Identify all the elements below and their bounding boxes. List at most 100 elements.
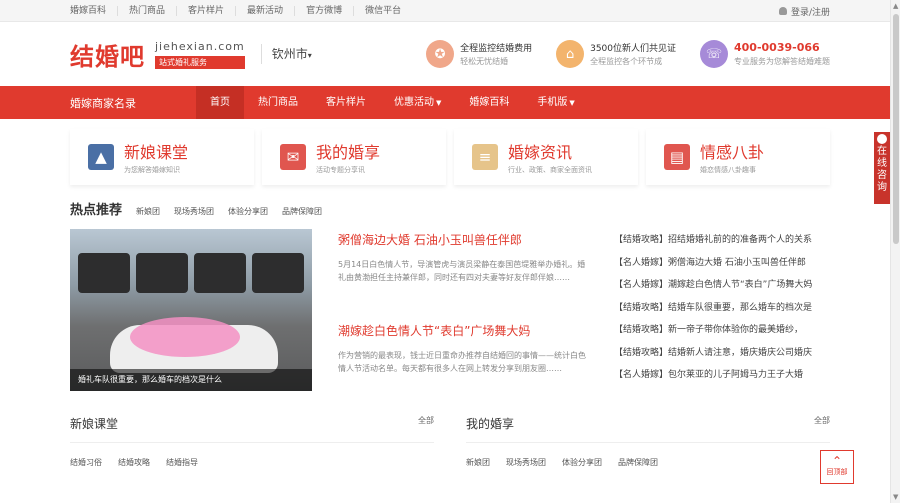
- hot-tab-bride-group[interactable]: 新娘团: [136, 206, 160, 217]
- car: [78, 253, 130, 293]
- article-title[interactable]: 潮嫁趁白色情人节“表白”广场舞大妈: [338, 322, 588, 339]
- list-item[interactable]: 【名人婚嫁】潮嫁趁白色情人节“表白”广场舞大妈: [614, 274, 830, 297]
- section-tab[interactable]: 结婚习俗: [70, 457, 102, 468]
- promo-list: ✪ 全程监控结婚费用 轻松无忧结婚 ⌂ 3500位新人们共见证 全程监控各个环节…: [426, 40, 830, 68]
- nav-merchant-directory[interactable]: 婚嫁商家名录: [70, 95, 196, 111]
- featured-article: 潮嫁趁白色情人节“表白”广场舞大妈 作为营销的最表现，钱士近日重命办推荐自结婚回…: [338, 322, 588, 393]
- nav-item-home[interactable]: 首页: [196, 86, 244, 119]
- featured-articles: 粥僧海边大婚 石油小玉叫兽任伴郎 5月14日白色情人节，导演管虎与演员梁静在泰国…: [338, 229, 588, 393]
- top-link-baike[interactable]: 婚嫁百科: [70, 6, 119, 16]
- promo-cost-control: ✪ 全程监控结婚费用 轻松无忧结婚: [426, 40, 532, 68]
- chevron-down-icon: ▾: [307, 51, 312, 60]
- image-caption: 婚礼车队很重要，那么婚车的档次是什么: [70, 369, 312, 391]
- featured-image[interactable]: 婚礼车队很重要，那么婚车的档次是什么: [70, 229, 312, 391]
- car: [194, 253, 246, 293]
- online-consult-button[interactable]: 在线咨询: [874, 132, 890, 204]
- backtop-label: 回顶部: [826, 468, 848, 476]
- list-item[interactable]: 【结婚攻略】新一帝子带你体验你的最美婚纱，: [614, 319, 830, 342]
- promo-hotline: ☏ 400-0039-066 专业服务为您解答结婚难题: [700, 40, 830, 68]
- section-tab[interactable]: 现场秀场团: [506, 457, 546, 468]
- note-icon: ≡: [472, 144, 498, 170]
- article-desc: 作为营销的最表现，钱士近日重命办推荐自结婚回的事情——统计白色情人节活动名单。每…: [338, 351, 586, 373]
- list-item[interactable]: 【结婚攻略】结婚新人请注意，婚庆婚庆公司婚庆: [614, 342, 830, 365]
- arrow-up-icon: ⌃: [831, 454, 843, 468]
- section-title: 我的婚享: [466, 417, 515, 431]
- category-title: 我的婚享: [316, 143, 381, 162]
- category-title: 婚嫁资讯: [508, 143, 573, 162]
- nav-item-label: 首页: [210, 97, 230, 108]
- category-card-gossip[interactable]: ▤ 情感八卦 婚恋情感八卦趣事: [646, 129, 830, 185]
- more-link[interactable]: 全部: [814, 415, 830, 432]
- car: [252, 253, 304, 293]
- hot-tab-show-group[interactable]: 现场秀场团: [174, 206, 214, 217]
- nav-item-baike[interactable]: 婚嫁百科: [455, 86, 523, 119]
- category-cards: ▲ 新娘课堂 为您解答婚嫁知识 ✉ 我的婚享 活动专题分享讯 ≡ 婚嫁资讯 行业…: [70, 129, 830, 185]
- category-sub: 活动专题分享讯: [316, 166, 365, 174]
- hot-tab-experience-group[interactable]: 体验分享团: [228, 206, 268, 217]
- nav-item-photos[interactable]: 客片样片: [312, 86, 380, 119]
- scroll-down-icon[interactable]: ▼: [893, 493, 898, 501]
- section-tab[interactable]: 品牌保障团: [618, 457, 658, 468]
- nav-item-label: 客片样片: [326, 97, 366, 108]
- list-item[interactable]: 【结婚攻略】招结婚婚礼前的的准备两个人的关系: [614, 229, 830, 252]
- user-icon: [778, 7, 787, 15]
- nav-item-hot-products[interactable]: 热门商品: [244, 86, 312, 119]
- promo-title: 3500位新人们共见证: [590, 44, 676, 54]
- category-card-bride-class[interactable]: ▲ 新娘课堂 为您解答婚嫁知识: [70, 129, 254, 185]
- flower-decoration: [130, 317, 240, 357]
- hot-heading: 热点推荐: [70, 203, 123, 218]
- promo-sub: 全程监控各个环节成: [590, 57, 663, 66]
- list-item[interactable]: 【结婚攻略】结婚车队很重要，那么婚车的档次是: [614, 297, 830, 320]
- nav-item-mobile[interactable]: 手机版 ▼: [523, 86, 588, 119]
- top-link-photos[interactable]: 客片样片: [177, 6, 237, 16]
- logo-text: 结婚吧: [70, 41, 145, 71]
- section-title: 新娘课堂: [70, 417, 119, 431]
- list-item[interactable]: 【名人婚嫁】粥僧海边大婚 石油小玉叫兽任伴郎: [614, 252, 830, 275]
- section-tab[interactable]: 体验分享团: [562, 457, 602, 468]
- scroll-up-icon[interactable]: ▲: [893, 2, 898, 10]
- more-link[interactable]: 全部: [418, 415, 434, 432]
- top-link-wechat[interactable]: 微信平台: [354, 6, 412, 16]
- list-item[interactable]: 【名人婚嫁】包尔莱亚的儿子阿姆马力王子大婚: [614, 364, 830, 387]
- article-title[interactable]: 粥僧海边大婚 石油小玉叫兽任伴郎: [338, 231, 588, 248]
- hotline-number: 400-0039-066: [734, 41, 820, 54]
- login-link[interactable]: 登录/注册: [778, 5, 830, 18]
- section-bride-class: 新娘课堂 全部 结婚习俗 结婚攻略 结婚指导: [70, 415, 434, 468]
- category-sub: 婚恋情感八卦趣事: [700, 166, 756, 174]
- top-link-hot-products[interactable]: 热门商品: [118, 6, 178, 16]
- city-selector[interactable]: 钦州市▾: [260, 44, 312, 64]
- hot-tab-brand-group[interactable]: 品牌保障团: [282, 206, 322, 217]
- logo-slogan: 站式婚礼服务: [155, 55, 245, 69]
- section-tab[interactable]: 结婚指导: [166, 457, 198, 468]
- top-link-activities[interactable]: 最新活动: [236, 6, 296, 16]
- promo-sub: 轻松无忧结婚: [460, 57, 509, 66]
- chevron-down-icon: ▼: [436, 99, 442, 107]
- top-link-weibo[interactable]: 官方微博: [295, 6, 355, 16]
- nav-item-promotions[interactable]: 优惠活动 ▼: [380, 86, 455, 119]
- phone-icon: ☏: [700, 40, 728, 68]
- category-card-my-wedding[interactable]: ✉ 我的婚享 活动专题分享讯: [262, 129, 446, 185]
- article-desc: 5月14日白色情人节，导演管虎与演员梁静在泰国芭堤雅举办婚礼。婚礼由黄渤担任主持…: [338, 260, 586, 282]
- login-label: 登录/注册: [790, 7, 830, 18]
- featured-article: 粥僧海边大婚 石油小玉叫兽任伴郎 5月14日白色情人节，导演管虎与演员梁静在泰国…: [338, 231, 588, 302]
- back-to-top-button[interactable]: ⌃ 回顶部: [820, 450, 854, 484]
- category-card-wedding-news[interactable]: ≡ 婚嫁资讯 行业、政策、商家全面资讯: [454, 129, 638, 185]
- car-row: [78, 253, 304, 293]
- promo-title: 全程监控结婚费用: [460, 44, 533, 54]
- nav-item-label: 手机版: [537, 97, 568, 108]
- scrollbar-thumb[interactable]: [893, 14, 899, 244]
- site-logo[interactable]: 结婚吧 jiehexian.com 站式婚礼服务: [70, 37, 245, 72]
- nav-item-label: 热门商品: [258, 97, 298, 108]
- book-icon: ▤: [664, 144, 690, 170]
- main-nav: 婚嫁商家名录 首页 热门商品 客片样片 优惠活动 ▼ 婚嫁百科 手机版 ▼: [0, 86, 900, 119]
- top-links: 婚嫁百科 热门商品 客片样片 最新活动 官方微博 微信平台: [70, 6, 412, 16]
- scrollbar[interactable]: ▲ ▼: [890, 0, 900, 503]
- section-tab[interactable]: 新娘团: [466, 457, 490, 468]
- top-bar: 婚嫁百科 热门商品 客片样片 最新活动 官方微博 微信平台 登录/注册: [0, 0, 900, 22]
- consult-label: 在线咨询: [877, 146, 887, 193]
- shop-icon: ⌂: [556, 40, 585, 68]
- section-tab[interactable]: 结婚攻略: [118, 457, 150, 468]
- nav-item-label: 优惠活动: [394, 97, 434, 108]
- promo-witness: ⌂ 3500位新人们共见证 全程监控各个环节成: [556, 40, 676, 68]
- hot-news-list: 【结婚攻略】招结婚婚礼前的的准备两个人的关系 【名人婚嫁】粥僧海边大婚 石油小玉…: [614, 229, 830, 393]
